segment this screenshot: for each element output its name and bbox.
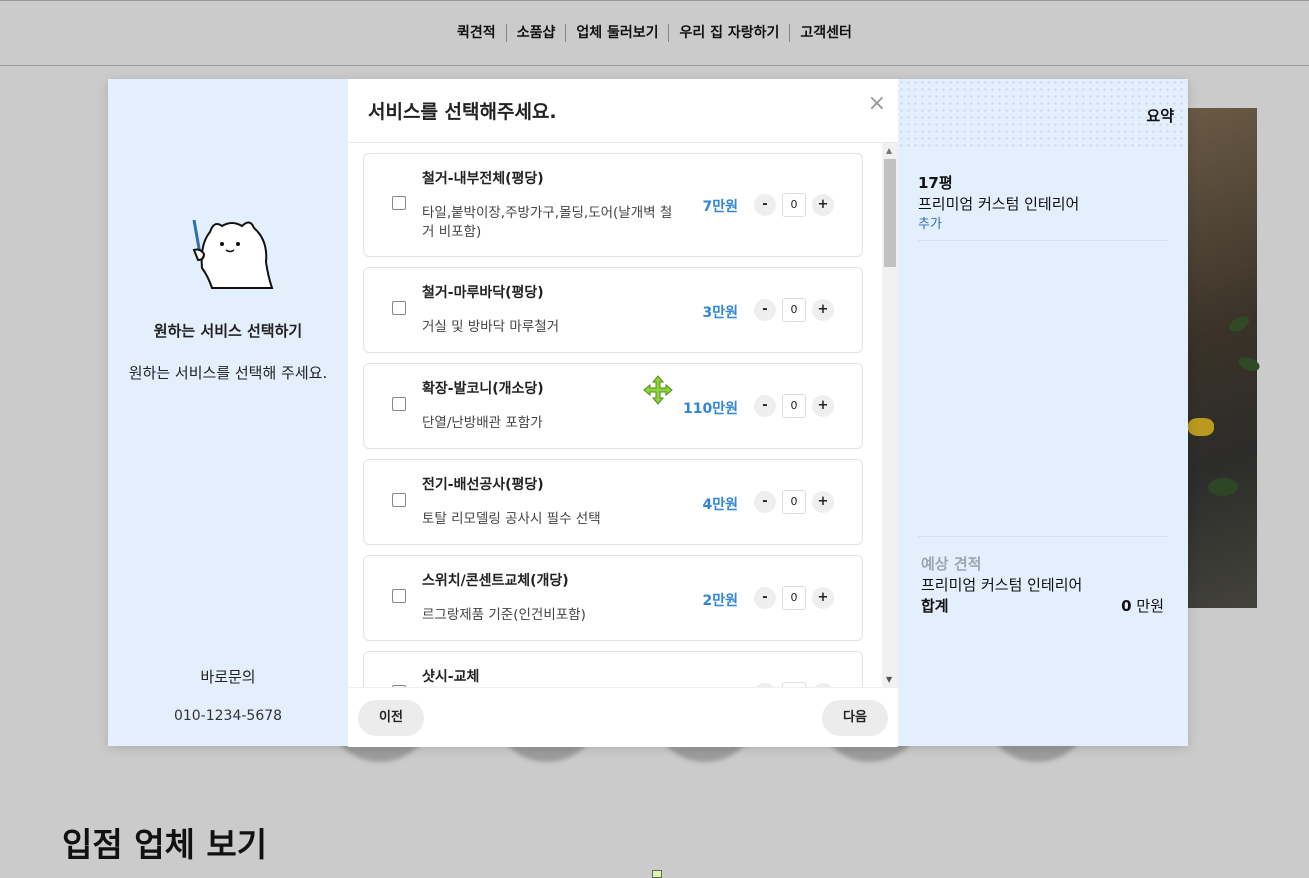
service-price: 7만원 xyxy=(702,199,738,215)
service-checkbox[interactable] xyxy=(392,301,406,315)
estimate-label: 예상 견적 xyxy=(921,555,982,573)
decrement-button[interactable]: - xyxy=(754,194,776,216)
leaf-shape xyxy=(1208,478,1238,496)
service-name: 확장-발코니(개소당) xyxy=(422,381,544,397)
quantity-input[interactable]: 0 xyxy=(782,193,806,217)
decrement-button[interactable]: - xyxy=(754,587,776,609)
quantity-stepper: - 0 + xyxy=(754,394,838,418)
total-unit: 만원 xyxy=(1136,597,1164,615)
add-link[interactable]: 추가 xyxy=(918,213,942,232)
quantity-stepper: - 0 + xyxy=(754,490,838,514)
background-photo xyxy=(1188,108,1262,608)
divider xyxy=(918,536,1168,537)
total-amount: 0 xyxy=(1121,597,1132,615)
service-checkbox[interactable] xyxy=(392,196,406,210)
increment-button[interactable]: + xyxy=(812,299,834,321)
decrement-button[interactable]: - xyxy=(754,395,776,417)
quantity-input[interactable]: 0 xyxy=(782,490,806,514)
decrement-button[interactable]: - xyxy=(754,491,776,513)
modal-title: 서비스를 선택해주세요. xyxy=(368,101,557,123)
service-name: 스위치/콘센트교체(개당) xyxy=(422,573,569,589)
service-card: 철거-내부전체(평당) 타일,붙박이장,주방가구,몰딩,도어(날개벽 철거 비포… xyxy=(363,153,863,257)
scroll-up-icon[interactable]: ▲ xyxy=(886,146,892,155)
service-description: 거실 및 방바닥 마루철거 xyxy=(422,319,560,335)
leaf-shape xyxy=(1236,354,1262,374)
increment-button[interactable]: + xyxy=(812,491,834,513)
leaf-shape xyxy=(1226,313,1252,335)
service-list[interactable]: 철거-내부전체(평당) 타일,붙박이장,주방가구,몰딩,도어(날개벽 철거 비포… xyxy=(348,143,898,687)
top-navigation: 퀵견적 소품샵 업체 둘러보기 우리 집 자랑하기 고객센터 xyxy=(0,0,1309,66)
left-title: 원하는 서비스 선택하기 xyxy=(153,322,303,340)
estimate-plan: 프리미엄 커스텀 인테리어 xyxy=(921,576,1083,594)
increment-button[interactable]: + xyxy=(812,587,834,609)
move-cursor-icon xyxy=(643,375,673,405)
service-description: 토탈 리모델링 공사시 필수 선택 xyxy=(422,511,601,527)
service-card: 철거-마루바닥(평당) 거실 및 방바닥 마루철거 3만원 - 0 + xyxy=(363,267,863,353)
service-checkbox[interactable] xyxy=(392,493,406,507)
service-card: 스위치/콘센트교체(개당) 르그랑제품 기준(인건비포함) 2만원 - 0 + xyxy=(363,555,863,641)
service-price: 4만원 xyxy=(702,497,738,513)
selected-size: 17평 xyxy=(918,174,953,192)
service-description: 단열/난방배관 포함가 xyxy=(422,415,543,431)
summary-panel: 요약 17평 프리미엄 커스텀 인테리어 추가 예상 견적 프리미엄 커스텀 인… xyxy=(898,79,1188,746)
scroll-down-icon[interactable]: ▼ xyxy=(886,675,892,684)
left-description: 원하는 서비스를 선택해 주세요. xyxy=(128,364,328,382)
prev-button[interactable]: 이전 xyxy=(358,700,424,736)
nav-item-customer-center[interactable]: 고객센터 xyxy=(789,24,862,42)
service-name: 전기-배선공사(평당) xyxy=(422,477,544,493)
service-list-panel: 서비스를 선택해주세요. × 철거-내부전체(평당) 타일,붙박이장,주방가구,… xyxy=(348,79,898,747)
contact-label: 바로문의 xyxy=(200,668,256,686)
quantity-input[interactable]: 0 xyxy=(782,298,806,322)
quantity-stepper: - 0 + xyxy=(754,298,838,322)
next-button[interactable]: 다음 xyxy=(822,700,888,736)
divider xyxy=(918,240,1168,241)
section-title: 입점 업체 보기 xyxy=(62,825,268,864)
total-value: 0 만원 xyxy=(1121,595,1164,616)
toy-shape xyxy=(1188,418,1214,436)
service-name: 샷시-교체 xyxy=(422,669,480,685)
quantity-input[interactable]: 0 xyxy=(782,586,806,610)
service-name: 철거-마루바닥(평당) xyxy=(422,285,544,301)
close-icon[interactable]: × xyxy=(868,93,886,115)
left-info-panel: 원하는 서비스 선택하기 원하는 서비스를 선택해 주세요. 바로문의 010-… xyxy=(108,79,348,746)
summary-title: 요약 xyxy=(1146,107,1174,125)
scrollbar[interactable]: ▲ ▼ xyxy=(882,143,898,687)
service-checkbox[interactable] xyxy=(392,589,406,603)
quantity-stepper: - 0 + xyxy=(754,586,838,610)
modal-header: 서비스를 선택해주세요. × xyxy=(348,79,898,143)
service-card: 확장-발코니(개소당) 단열/난방배관 포함가 110만원 - 0 + xyxy=(363,363,863,449)
selected-plan: 프리미엄 커스텀 인테리어 xyxy=(918,195,1080,213)
service-checkbox[interactable] xyxy=(392,397,406,411)
quantity-stepper: - 0 + xyxy=(754,193,838,217)
nav-item-quick-estimate[interactable]: 퀵견적 xyxy=(447,24,506,42)
service-price: 3만원 xyxy=(702,305,738,321)
nav-item-browse-vendors[interactable]: 업체 둘러보기 xyxy=(565,24,668,42)
quantity-input[interactable]: 0 xyxy=(782,394,806,418)
service-description: 타일,붙박이장,주방가구,몰딩,도어(날개벽 철거 비포함) xyxy=(422,205,673,240)
scrollbar-thumb[interactable] xyxy=(884,159,896,267)
service-select-modal: 원하는 서비스 선택하기 원하는 서비스를 선택해 주세요. 바로문의 010-… xyxy=(108,79,1188,747)
modal-footer: 이전 다음 xyxy=(348,687,898,747)
service-name: 철거-내부전체(평당) xyxy=(422,171,544,187)
nav-item-shop[interactable]: 소품샵 xyxy=(505,24,566,42)
summary-header: 요약 xyxy=(898,79,1188,151)
service-card: 샷시-교체 xyxy=(363,651,863,687)
contact-phone: 010-1234-5678 xyxy=(173,708,283,724)
increment-button[interactable]: + xyxy=(812,395,834,417)
nav-item-show-off-home[interactable]: 우리 집 자랑하기 xyxy=(668,24,789,42)
service-price: 2만원 xyxy=(702,593,738,609)
total-label: 합계 xyxy=(921,597,949,615)
mascot-icon xyxy=(192,219,274,289)
service-card: 전기-배선공사(평당) 토탈 리모델링 공사시 필수 선택 4만원 - 0 + xyxy=(363,459,863,545)
increment-button[interactable]: + xyxy=(812,194,834,216)
service-description: 르그랑제품 기준(인건비포함) xyxy=(422,607,586,623)
decrement-button[interactable]: - xyxy=(754,299,776,321)
